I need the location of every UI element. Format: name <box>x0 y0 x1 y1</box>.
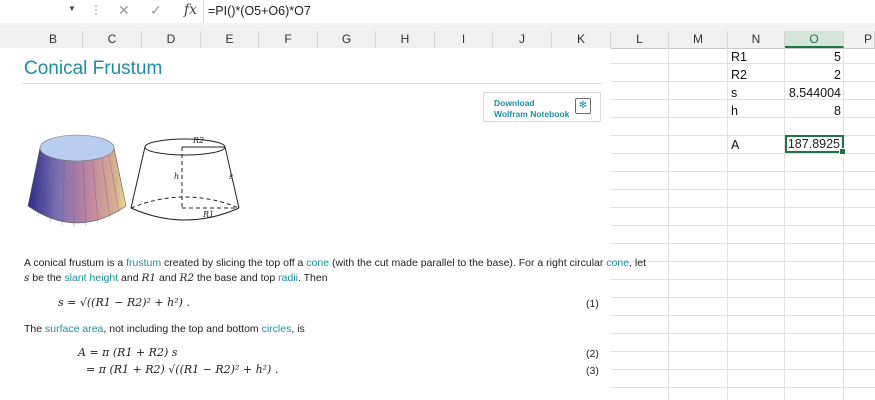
wolfram-notebook-icon: ✻ <box>575 98 591 114</box>
title-divider <box>22 83 602 84</box>
math-r2: R2 <box>179 272 195 284</box>
link-slant-height[interactable]: slant height <box>64 272 118 284</box>
cell-o-r1[interactable]: 5 <box>786 50 841 64</box>
function-icon[interactable]: fx <box>184 2 197 18</box>
cell-o-r4[interactable]: 8 <box>786 104 841 118</box>
text: The <box>24 323 46 335</box>
paragraph-2: s be the slant height and R1 and R2 the … <box>24 272 328 284</box>
paragraph-1: A conical frustum is a frustum created b… <box>24 257 646 269</box>
label-s: s <box>229 172 234 181</box>
active-cell-o[interactable]: 187.8925 <box>785 135 846 155</box>
formula-divider <box>203 0 204 23</box>
column-header-f[interactable]: F <box>259 31 318 48</box>
link-radii[interactable]: radii <box>278 272 298 284</box>
link-cone[interactable]: cone <box>306 257 329 269</box>
text: . Then <box>297 272 328 284</box>
text: , let <box>629 257 647 269</box>
embedded-image[interactable]: Conical Frustum Download Wolfram Noteboo… <box>0 48 646 400</box>
x-icon[interactable]: ✕ <box>118 2 130 19</box>
check-icon[interactable]: ✓ <box>150 2 162 19</box>
toolbar-gap <box>0 23 875 31</box>
text: A conical frustum is a <box>24 257 127 269</box>
text: created by slicing the top off a <box>161 257 307 269</box>
column-header-h[interactable]: H <box>376 31 435 48</box>
column-headers: B C D E F G H I J K L M N O P <box>0 31 875 49</box>
cell-n-r2[interactable]: R2 <box>731 68 747 82</box>
link-circles[interactable]: circles <box>262 323 292 335</box>
download-notebook-button[interactable]: Download Wolfram Notebook ✻ <box>483 92 601 122</box>
equation-number-3: (3) <box>586 365 599 377</box>
column-header-g[interactable]: G <box>318 31 376 48</box>
column-header-i[interactable]: I <box>435 31 493 48</box>
chevron-down-icon[interactable]: ▼ <box>68 4 76 13</box>
link-cone-2[interactable]: cone <box>606 257 629 269</box>
paragraph-3: The surface area, not including the top … <box>24 323 305 335</box>
cell-n-r4[interactable]: h <box>731 104 738 118</box>
text: (with the cut made parallel to the base)… <box>329 257 607 269</box>
link-frustum[interactable]: frustum <box>126 257 161 269</box>
column-header-k[interactable]: K <box>552 31 611 48</box>
label-r1: R1 <box>203 210 215 219</box>
column-header-j[interactable]: J <box>493 31 552 48</box>
column-header-d[interactable]: D <box>142 31 201 48</box>
column-line <box>843 48 844 400</box>
equation-1: s = √((R1 − R2)² + h²) . <box>58 296 190 309</box>
page-title: Conical Frustum <box>24 58 163 79</box>
drag-handle-icon[interactable]: ⋮ <box>90 3 102 17</box>
text: and <box>118 272 142 284</box>
frustum-rendering <box>27 134 127 227</box>
column-header-p[interactable]: P <box>844 31 875 48</box>
frustum-diagram <box>130 138 240 221</box>
column-header-b[interactable]: B <box>24 31 83 48</box>
text: be the <box>29 272 65 284</box>
column-header-l[interactable]: L <box>611 31 669 48</box>
cell-n-r1[interactable]: R1 <box>731 50 747 64</box>
link-surface-area[interactable]: surface area <box>45 323 103 335</box>
column-header-e[interactable]: E <box>201 31 259 48</box>
cell-n-r6[interactable]: A <box>731 138 739 152</box>
column-line <box>784 48 785 400</box>
label-r2: R2 <box>193 136 205 145</box>
name-box[interactable]: ▼ <box>0 1 80 21</box>
text: , is <box>291 323 305 335</box>
equation-2: A = π (R1 + R2) s <box>78 346 178 359</box>
math-r1: R1 <box>141 272 157 284</box>
text: and <box>156 272 180 284</box>
column-header-o[interactable]: O <box>785 31 844 48</box>
cell-o-r2[interactable]: 2 <box>786 68 841 82</box>
equation-3: = π (R1 + R2) √((R1 − R2)² + h²) . <box>86 363 279 376</box>
notebook-label: Wolfram Notebook <box>494 109 570 119</box>
cell-n-r3[interactable]: s <box>731 86 737 100</box>
download-label: Download <box>494 98 535 108</box>
label-h: h <box>174 172 180 181</box>
column-header-n[interactable]: N <box>728 31 785 48</box>
column-line <box>727 48 728 400</box>
formula-bar: ▼ ⋮ ✕ ✓ fx =PI()*(O5+O6)*O7 <box>0 0 875 24</box>
cell-o-r3[interactable]: 8.544004 <box>786 86 841 100</box>
equation-number-2: (2) <box>586 348 599 360</box>
column-header-c[interactable]: C <box>83 31 142 48</box>
text: , not including the top and bottom <box>103 323 262 335</box>
column-line <box>668 48 669 400</box>
column-header-m[interactable]: M <box>669 31 728 48</box>
text: the base and top <box>194 272 279 284</box>
equation-number-1: (1) <box>586 298 599 310</box>
formula-input[interactable]: =PI()*(O5+O6)*O7 <box>208 4 311 18</box>
